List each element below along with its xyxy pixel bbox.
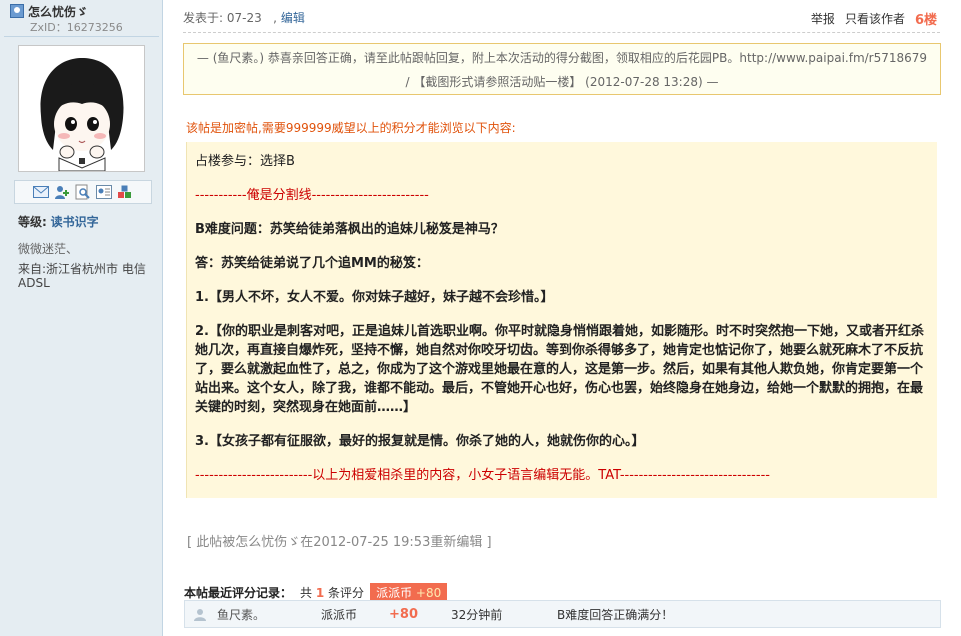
rating-score: +80 — [389, 606, 418, 622]
rating-time: 32分钟前 — [451, 607, 503, 622]
user-location: 来自:浙江省杭州市 电信ADSL — [18, 262, 146, 290]
user-level: 等级: 读书识字 — [18, 213, 99, 230]
content-item-1: 1.【男人不坏，女人不爱。你对妹子越好，妹子越不会珍惜。】 — [195, 290, 554, 305]
level-link[interactable]: 读书识字 — [51, 215, 99, 229]
user-icon — [10, 4, 24, 18]
post-tools: 举报 只看该作者 6楼 — [811, 9, 937, 28]
rating-total-suffix: 条评分 — [328, 586, 365, 600]
rating-reason: B难度回答正确满分！ — [557, 607, 674, 622]
rating-type: 派派币 — [321, 607, 358, 622]
blocks-icon[interactable] — [116, 184, 134, 200]
content-line: 占楼参与：选择B — [195, 154, 295, 169]
rating-badge-label: 派派币 — [376, 586, 413, 600]
avatar-image — [19, 46, 144, 172]
admin-notice: — (鱼尺素。) 恭喜亲回答正确，请至此帖跟帖回复，附上本次活动的得分截图，领取… — [183, 43, 941, 95]
edit-link[interactable]: 编辑 — [281, 11, 305, 25]
encrypted-notice: 该帖是加密帖,需要999999威望以上的积分才能浏览以下内容: — [186, 121, 516, 135]
post-time: 发表于: 07-23 — [183, 11, 262, 25]
author-only-link[interactable]: 只看该作者 — [845, 10, 905, 27]
user-signature: 微微迷茫、 — [18, 242, 79, 256]
content-answer: 答：苏笑给徒弟说了几个追MM的秘笈： — [195, 256, 429, 271]
content-divider-bottom: -------------------------以上为相爱相杀里的内容，小女子… — [195, 468, 770, 483]
notice-line-2: / 【截图形式请参照活动贴一楼】 (2012-07-28 13:28) — — [405, 75, 719, 89]
mail-icon[interactable] — [32, 184, 50, 200]
level-label: 等级: — [18, 215, 47, 229]
avatar[interactable] — [18, 45, 145, 172]
edit-history: [ 此帖被怎么忧伤ゞ在2012-07-25 19:53重新编辑 ] — [187, 535, 492, 550]
content-item-2: 2.【你的职业是刺客对吧，正是追妹儿首选职业啊。你平时就隐身悄悄跟着她，如影随形… — [195, 324, 924, 415]
notice-line-1: — (鱼尺素。) 恭喜亲回答正确，请至此帖跟帖回复，附上本次活动的得分截图，领取… — [196, 51, 928, 65]
search-icon[interactable] — [74, 184, 92, 200]
post-meta: 发表于: 07-23 , 编辑 — [183, 11, 305, 25]
rating-badge-value: +80 — [415, 586, 442, 600]
user-action-bar — [14, 180, 152, 204]
content-divider-top: -----------俺是分割线------------------------… — [195, 188, 429, 203]
profile-card-icon[interactable] — [95, 184, 113, 200]
content-question: B难度问题：苏笑给徒弟落枫出的追妹儿秘笈是神马？ — [195, 222, 504, 237]
divider — [4, 36, 159, 37]
rating-total-prefix: 共 — [300, 586, 313, 600]
rating-record: 鱼尺素。 派派币 +80 32分钟前 B难度回答正确满分！ — [184, 600, 941, 628]
add-friend-icon[interactable] — [53, 184, 71, 200]
rating-title: 本帖最近评分记录： — [184, 586, 293, 600]
content-item-3: 3.【女孩子都有征服欲，最好的报复就是情。你杀了她的人，她就伤你的心。】 — [195, 434, 645, 449]
rater-avatar-icon — [193, 607, 207, 621]
header-divider — [183, 32, 940, 33]
rating-count: 1 — [315, 585, 325, 600]
post-content: 占楼参与：选择B -----------俺是分割线---------------… — [186, 142, 937, 498]
user-profile-panel: 怎么忧伤ゞ ZxID：16273256 等级: 读书识字 微微迷茫、 来自:浙江… — [0, 0, 163, 636]
user-zxid: ZxID：16273256 — [30, 21, 123, 34]
username[interactable]: 怎么忧伤ゞ — [28, 3, 88, 20]
floor-number[interactable]: 6楼 — [915, 9, 937, 28]
rater-name[interactable]: 鱼尺素。 — [217, 606, 321, 623]
report-link[interactable]: 举报 — [811, 10, 835, 27]
username-row[interactable]: 怎么忧伤ゞ — [10, 3, 88, 19]
